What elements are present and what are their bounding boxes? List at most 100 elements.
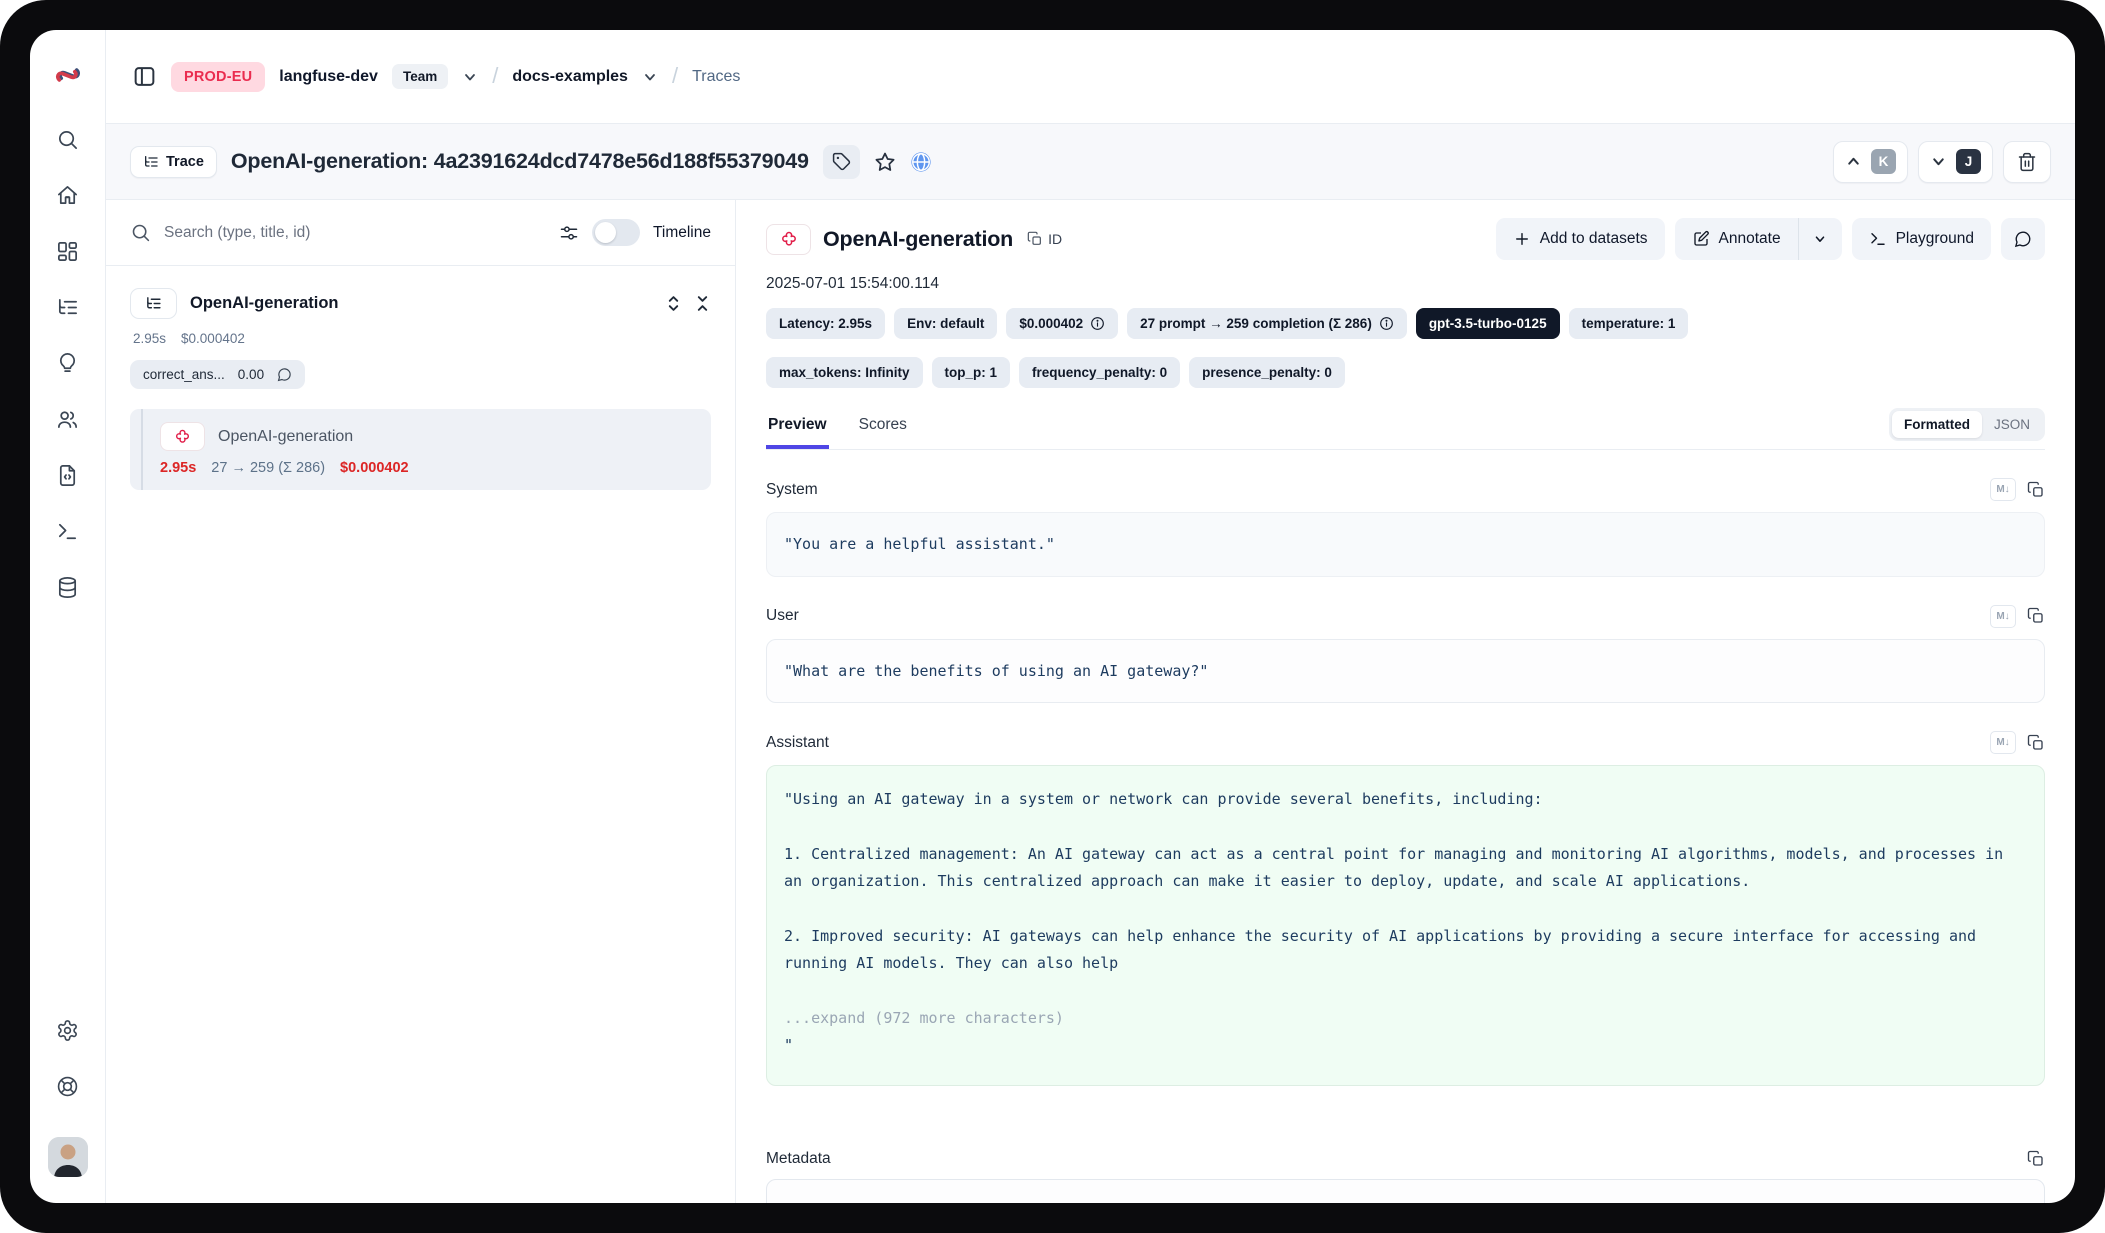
search-icon[interactable] [56,128,79,151]
user-label: User [766,607,799,625]
view-options-sliders-icon[interactable] [559,223,579,243]
copy-icon[interactable] [2027,734,2045,752]
format-formatted-option[interactable]: Formatted [1892,411,1982,438]
toggle-knob [595,222,616,243]
metadata-content-box: { [766,1179,2045,1203]
copy-icon[interactable] [2027,607,2045,625]
tag-button[interactable] [823,145,860,179]
detail-actions: Add to datasets Annotate [1496,218,2045,260]
trace-tree: OpenAI-generation 2.95s $0.000402 correc… [106,266,735,512]
timeline-toggle[interactable] [592,219,640,246]
environment-badge[interactable]: PROD-EU [171,62,265,92]
project-name[interactable]: docs-examples [512,68,628,86]
annotate-dropdown-button[interactable] [1798,218,1842,260]
sidebar-toggle-icon[interactable] [132,64,157,89]
fold-vertical-icon[interactable] [694,295,711,312]
markdown-toggle-icon[interactable]: M↓ [1990,478,2016,501]
org-name[interactable]: langfuse-dev [279,68,378,86]
project-chevron-down-icon[interactable] [642,69,658,85]
expand-link[interactable]: ...expand (972 more characters) [784,1005,2027,1032]
trash-icon [2017,152,2037,172]
tab-preview[interactable]: Preview [766,410,829,448]
tab-scores[interactable]: Scores [857,410,909,448]
observation-title: OpenAI-generation [218,428,353,446]
format-json-option[interactable]: JSON [1982,411,2042,438]
evaluation-icon[interactable] [56,352,79,375]
playground-label: Playground [1896,230,1974,248]
annotate-split-button: Annotate [1675,218,1842,260]
trace-root-metrics: 2.95s $0.000402 [133,331,711,346]
markdown-toggle-icon[interactable]: M↓ [1990,731,2016,754]
annotate-pencil-icon [1692,230,1710,248]
breadcrumb-section[interactable]: Traces [692,68,740,86]
system-label: System [766,481,818,499]
shortcut-key-k: K [1871,149,1896,174]
copy-id-control[interactable]: ID [1027,231,1062,247]
user-avatar[interactable] [48,1137,88,1177]
observation-cost: $0.000402 [340,460,409,476]
prompts-icon[interactable] [56,464,79,487]
annotate-button[interactable]: Annotate [1675,218,1798,260]
comment-bubble-icon [277,367,292,382]
trace-title-bar: Trace OpenAI-generation: 4a2391624dcd747… [106,124,2075,200]
top-p-badge: top_p: 1 [932,357,1011,388]
icon-rail [30,30,106,1203]
assistant-closing-quote: " [784,1032,2027,1059]
screen-frame: PROD-EU langfuse-dev Team / docs-example… [0,0,2105,1233]
trace-tree-panel: Timeline OpenAI-generation [106,200,736,1203]
list-tree-icon [143,154,159,170]
cost-badge: $0.000402 [1006,308,1118,339]
model-badge[interactable]: gpt-3.5-turbo-0125 [1416,308,1560,339]
score-badge[interactable]: correct_ans... 0.00 [130,360,305,389]
tracing-icon[interactable] [56,296,79,319]
org-chevron-down-icon[interactable] [462,69,478,85]
trace-type-pill [130,288,177,319]
frequency-penalty-badge: frequency_penalty: 0 [1019,357,1180,388]
app-window: PROD-EU langfuse-dev Team / docs-example… [30,30,2075,1203]
star-icon[interactable] [874,151,896,173]
trace-root-row[interactable]: OpenAI-generation [130,288,711,319]
playground-button[interactable]: Playground [1852,218,1991,260]
playground-icon[interactable] [56,520,79,543]
datasets-icon[interactable] [56,576,79,599]
chevron-up-icon [1845,153,1862,170]
prev-trace-button[interactable]: K [1833,141,1908,183]
support-lifebuoy-icon[interactable] [56,1075,79,1098]
user-section: User M↓ "What are the benefits of using … [766,605,2045,704]
detail-title: OpenAI-generation [823,227,1013,252]
observation-detail-panel: OpenAI-generation ID Add to datasets [736,200,2075,1203]
delete-trace-button[interactable] [2003,141,2051,183]
breadcrumb-divider: / [672,63,678,89]
tag-icon [832,152,851,171]
score-value: 0.00 [238,367,264,382]
breadcrumb-divider: / [492,63,498,89]
trace-type-pill: Trace [130,146,217,178]
metric-badges: Latency: 2.95s Env: default $0.000402 27… [766,308,2045,388]
home-icon[interactable] [56,184,79,207]
dashboard-icon[interactable] [56,240,79,263]
users-icon[interactable] [56,408,79,431]
globe-public-icon[interactable] [910,151,932,173]
chevron-down-icon [1930,153,1947,170]
settings-gear-icon[interactable] [56,1019,79,1042]
tokens-badge: 27 prompt → 259 completion (Σ 286) [1127,308,1407,339]
tree-search-input[interactable] [164,224,546,242]
markdown-toggle-icon[interactable]: M↓ [1990,605,2016,628]
trace-nav-actions: K J [1833,141,2051,183]
unfold-vertical-icon[interactable] [665,295,682,312]
add-to-datasets-label: Add to datasets [1540,230,1648,248]
next-trace-button[interactable]: J [1918,141,1993,183]
copy-icon[interactable] [2027,1150,2045,1168]
terminal-icon [1869,230,1887,248]
copy-icon[interactable] [2027,481,2045,499]
add-to-datasets-button[interactable]: Add to datasets [1496,218,1665,260]
shortcut-key-j: J [1956,149,1981,174]
metadata-label: Metadata [766,1150,831,1168]
comments-button[interactable] [2001,218,2045,260]
assistant-content: "Using an AI gateway in a system or netw… [766,765,2045,1086]
max-tokens-badge: max_tokens: Infinity [766,357,923,388]
id-label: ID [1048,231,1062,247]
observation-row-selected[interactable]: OpenAI-generation 2.95s 27 → 259 (Σ 286)… [130,409,711,490]
observation-latency: 2.95s [160,460,196,476]
clover-generation-icon [175,429,190,444]
